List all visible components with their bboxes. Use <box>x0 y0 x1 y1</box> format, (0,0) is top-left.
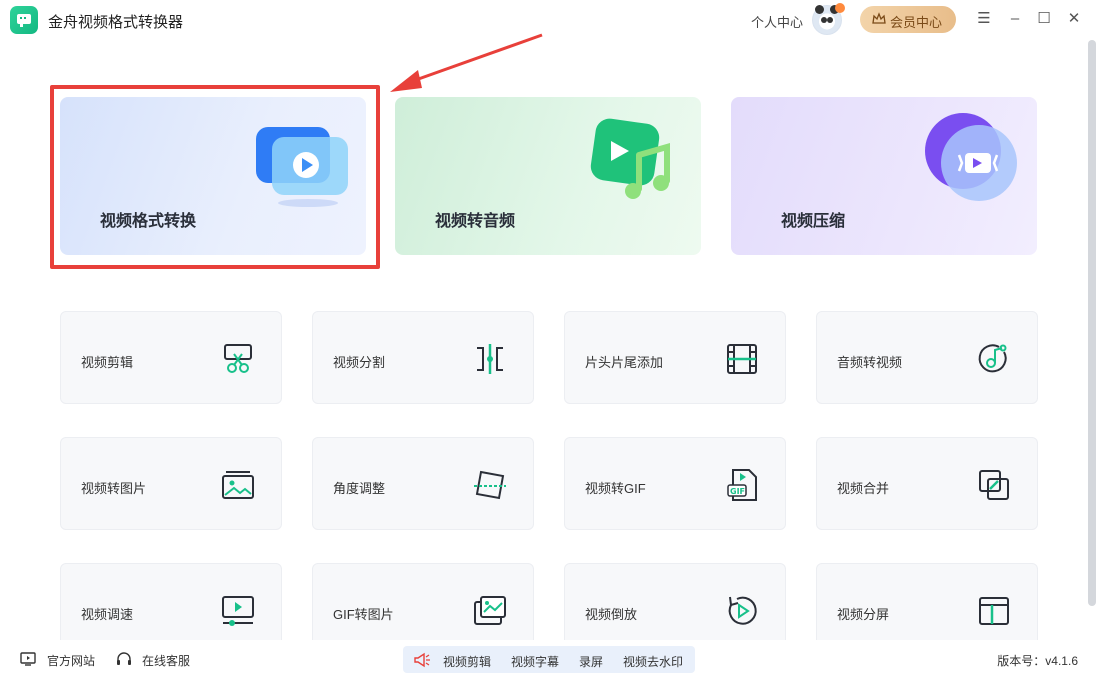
tool-label: 视频转GIF <box>585 481 646 496</box>
tool-label: 视频倒放 <box>585 607 638 622</box>
gif-file-icon: GIF <box>727 469 757 501</box>
megaphone-icon <box>414 652 430 668</box>
tool-label: 视频转图片 <box>81 481 147 496</box>
tool-label: 视频剪辑 <box>81 355 134 370</box>
tool-intro-outro[interactable]: 片头片尾添加 <box>564 311 786 404</box>
video-music-icon <box>590 118 670 199</box>
reverse-play-icon <box>728 596 757 625</box>
tool-label: 视频调速 <box>81 607 134 622</box>
vertical-scrollbar[interactable] <box>1088 40 1096 606</box>
promo-video-edit-link[interactable]: 视频剪辑 <box>443 653 491 670</box>
tool-audio-to-video[interactable]: 音频转视频 <box>816 311 1038 404</box>
feature-label: 视频转音频 <box>435 213 516 230</box>
tool-label: 视频分屏 <box>837 607 890 622</box>
image-icon <box>222 471 254 499</box>
app-logo <box>10 6 38 34</box>
minimize-icon[interactable]: – <box>1006 10 1024 28</box>
official-website-link[interactable]: 官方网站 <box>47 652 95 669</box>
vip-center-button[interactable]: 会员中心 <box>860 6 956 33</box>
tool-label: 视频合并 <box>837 481 890 496</box>
app-title: 金舟视频格式转换器 <box>48 14 184 31</box>
svg-text:GIF: GIF <box>730 487 745 496</box>
promo-screen-record-link[interactable]: 录屏 <box>579 653 603 670</box>
scissors-icon <box>224 344 252 373</box>
avatar[interactable] <box>812 3 845 35</box>
gif-image-icon <box>474 596 506 625</box>
feature-card-video-to-audio[interactable]: 视频转音频 <box>395 97 701 255</box>
close-icon[interactable]: ✕ <box>1065 10 1083 28</box>
tool-label: GIF转图片 <box>333 607 394 622</box>
menu-icon[interactable]: ☰ <box>975 10 993 28</box>
tool-video-split[interactable]: 视频分割 <box>312 311 534 404</box>
merge-icon <box>979 470 1009 500</box>
feature-card-compress[interactable]: 视频压缩 <box>731 97 1037 255</box>
monitor-icon <box>20 652 36 666</box>
tool-label: 片头片尾添加 <box>585 355 664 370</box>
footer: 官方网站 在线客服 视频剪辑 视频字幕 录屏 视频去水印 版本号：v4.1.6 <box>0 640 1098 679</box>
maximize-icon[interactable]: ☐ <box>1035 10 1053 28</box>
speed-icon <box>222 596 254 626</box>
split-icon <box>477 344 503 374</box>
promo-remove-watermark-link[interactable]: 视频去水印 <box>623 653 683 670</box>
promo-subtitles-link[interactable]: 视频字幕 <box>511 653 559 670</box>
split-screen-icon <box>979 597 1009 625</box>
tool-angle-adjust[interactable]: 角度调整 <box>312 437 534 530</box>
tool-video-merge[interactable]: 视频合并 <box>816 437 1038 530</box>
film-icon <box>727 344 757 374</box>
feature-label: 视频压缩 <box>781 213 846 230</box>
crown-icon <box>872 12 886 24</box>
tool-video-to-image[interactable]: 视频转图片 <box>60 437 282 530</box>
promo-bar: 视频剪辑 视频字幕 录屏 视频去水印 <box>403 646 695 673</box>
annotation-arrow <box>390 33 543 92</box>
music-note-icon <box>978 344 1007 373</box>
annotation-highlight-box <box>50 85 380 269</box>
tool-label: 角度调整 <box>333 481 386 496</box>
tool-video-to-gif[interactable]: 视频转GIF GIF <box>564 437 786 530</box>
tool-label: 视频分割 <box>333 355 386 370</box>
vip-center-label: 会员中心 <box>890 15 943 30</box>
tool-label: 音频转视频 <box>837 355 903 370</box>
online-support-link[interactable]: 在线客服 <box>142 652 190 669</box>
tool-video-edit[interactable]: 视频剪辑 <box>60 311 282 404</box>
rotate-angle-icon <box>474 470 506 500</box>
headset-icon <box>117 652 131 665</box>
compress-icon <box>925 113 1017 201</box>
version-label: 版本号：v4.1.6 <box>997 654 1078 668</box>
user-center-link[interactable]: 个人中心 <box>751 12 803 31</box>
